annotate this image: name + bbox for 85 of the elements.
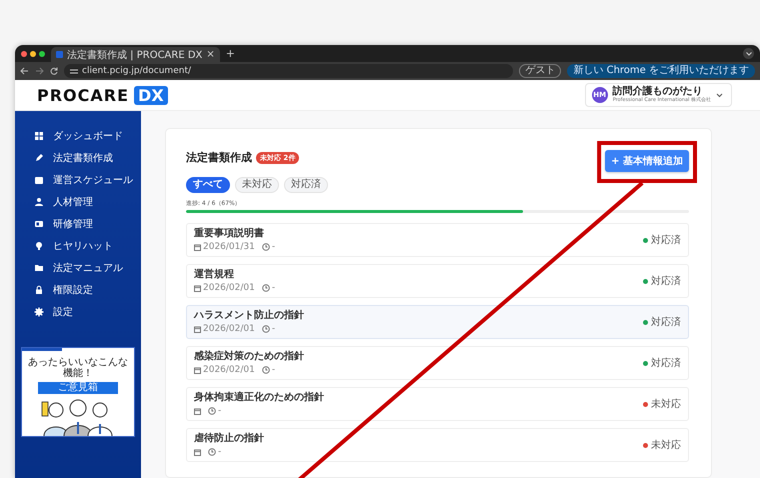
document-row[interactable]: 感染症対策のための指針 2026/02/01 - 対応済	[186, 346, 689, 380]
filter-tab[interactable]: すべて	[186, 177, 230, 193]
document-title: 運営規程	[194, 269, 235, 280]
document-title: ハラスメント防止の指針	[194, 310, 304, 321]
clock-icon	[262, 366, 270, 374]
due-date: 2026/02/01	[203, 324, 255, 334]
lightbulb-icon	[34, 241, 44, 251]
reload-icon[interactable]	[50, 67, 58, 75]
person-icon	[34, 197, 44, 207]
back-icon[interactable]	[20, 67, 29, 75]
document-row[interactable]: 重要事項説明書 2026/01/31 - 対応済	[186, 223, 689, 257]
clock-icon	[262, 325, 270, 333]
status-label: 対応済	[651, 316, 681, 329]
time-value: -	[218, 406, 222, 416]
sidebar-item[interactable]: ダッシュボード	[15, 125, 141, 147]
chevron-down-icon	[716, 92, 723, 98]
document-title: 身体拘束適正化のための指針	[194, 392, 324, 403]
clock-icon	[208, 448, 216, 456]
clock-icon	[262, 284, 270, 292]
time-value: -	[272, 324, 276, 334]
browser-tab[interactable]: 法定書類作成 | PROCARE DX ×	[51, 47, 220, 62]
sidebar-item[interactable]: 法定書類作成	[15, 147, 141, 169]
logo-badge: DX	[134, 86, 168, 104]
filter-tab[interactable]: 対応済	[284, 177, 328, 193]
sidebar-item[interactable]: 研修管理	[15, 213, 141, 235]
id-card-icon	[34, 219, 44, 229]
favicon-icon	[56, 51, 63, 58]
sidebar-item[interactable]: 権限設定	[15, 279, 141, 301]
clock-icon	[262, 243, 270, 251]
guest-profile-button[interactable]: ゲスト	[519, 64, 562, 78]
status-label: 未対応	[651, 438, 681, 452]
sidebar-item[interactable]: 設定	[15, 301, 141, 323]
document-row[interactable]: 運営規程 2026/02/01 - 対応済	[186, 264, 689, 298]
due-date: 2026/02/01	[203, 283, 255, 293]
chevron-down-icon	[746, 52, 752, 56]
tab-list-button[interactable]	[743, 48, 754, 59]
status-label: 対応済	[651, 274, 681, 288]
sidebar-item[interactable]: 人材管理	[15, 191, 141, 213]
page-title: 法定書類作成	[186, 150, 252, 165]
pencil-icon	[34, 153, 44, 163]
time-value: -	[272, 283, 276, 293]
settings-icon	[34, 307, 44, 317]
banner-text: あったらいいなこんな機能！	[27, 357, 129, 379]
time-value: -	[272, 365, 276, 375]
sidebar-item[interactable]: ヒヤリハット	[15, 235, 141, 257]
sidebar-item[interactable]: 運営スケジュール	[15, 169, 141, 191]
due-date: 2026/02/01	[203, 365, 255, 375]
banner-label-bar	[22, 348, 62, 351]
document-row[interactable]: 虐待防止の指針 - 未対応	[186, 428, 689, 462]
new-tab-button[interactable]: +	[226, 47, 236, 60]
filter-tab[interactable]: 未対応	[235, 177, 279, 193]
due-date: 2026/01/31	[203, 242, 255, 252]
status-label: 対応済	[651, 356, 681, 370]
time-value: -	[218, 447, 222, 457]
logo-text: PROCARE	[37, 86, 130, 104]
document-row[interactable]: 身体拘束適正化のための指針 - 未対応	[186, 387, 689, 421]
address-bar[interactable]: client.pcig.jp/document/	[64, 64, 514, 78]
folder-icon	[34, 263, 44, 273]
time-value: -	[272, 242, 276, 252]
tab-close-button[interactable]: ×	[206, 49, 215, 60]
document-title: 重要事項説明書	[194, 228, 265, 239]
document-title: 感染症対策のための指針	[194, 351, 304, 362]
calendar-icon	[34, 175, 44, 185]
tab-title: 法定書類作成 | PROCARE DX	[67, 48, 202, 62]
grid-icon	[34, 131, 44, 141]
status-label: 対応済	[651, 234, 681, 247]
status-label: 未対応	[651, 398, 681, 411]
chrome-update-button[interactable]: 新しい Chrome をご利用いただけます	[567, 64, 755, 78]
calendar-icon	[194, 244, 201, 250]
document-row[interactable]: ハラスメント防止の指針 2026/02/01 - 対応済	[186, 305, 689, 339]
calendar-icon	[194, 366, 201, 374]
organization-name: 訪問介護ものがたり	[612, 86, 704, 97]
window-controls-icon[interactable]	[21, 50, 45, 56]
feedback-button[interactable]: ご意見箱	[38, 382, 118, 394]
add-basic-info-button[interactable]: + 基本情報追加	[605, 150, 689, 172]
document-title: 虐待防止の指針	[194, 433, 264, 444]
calendar-icon	[194, 326, 201, 332]
forward-icon[interactable]	[35, 67, 44, 75]
feedback-banner[interactable]: あったらいいなこんな機能！ ご意見箱	[21, 347, 135, 437]
calendar-icon	[194, 284, 201, 292]
lock-icon	[34, 285, 44, 295]
sidebar-item[interactable]: 法定マニュアル	[15, 257, 141, 279]
calendar-icon	[194, 448, 201, 456]
calendar-icon	[194, 408, 201, 414]
clock-icon	[208, 407, 216, 415]
